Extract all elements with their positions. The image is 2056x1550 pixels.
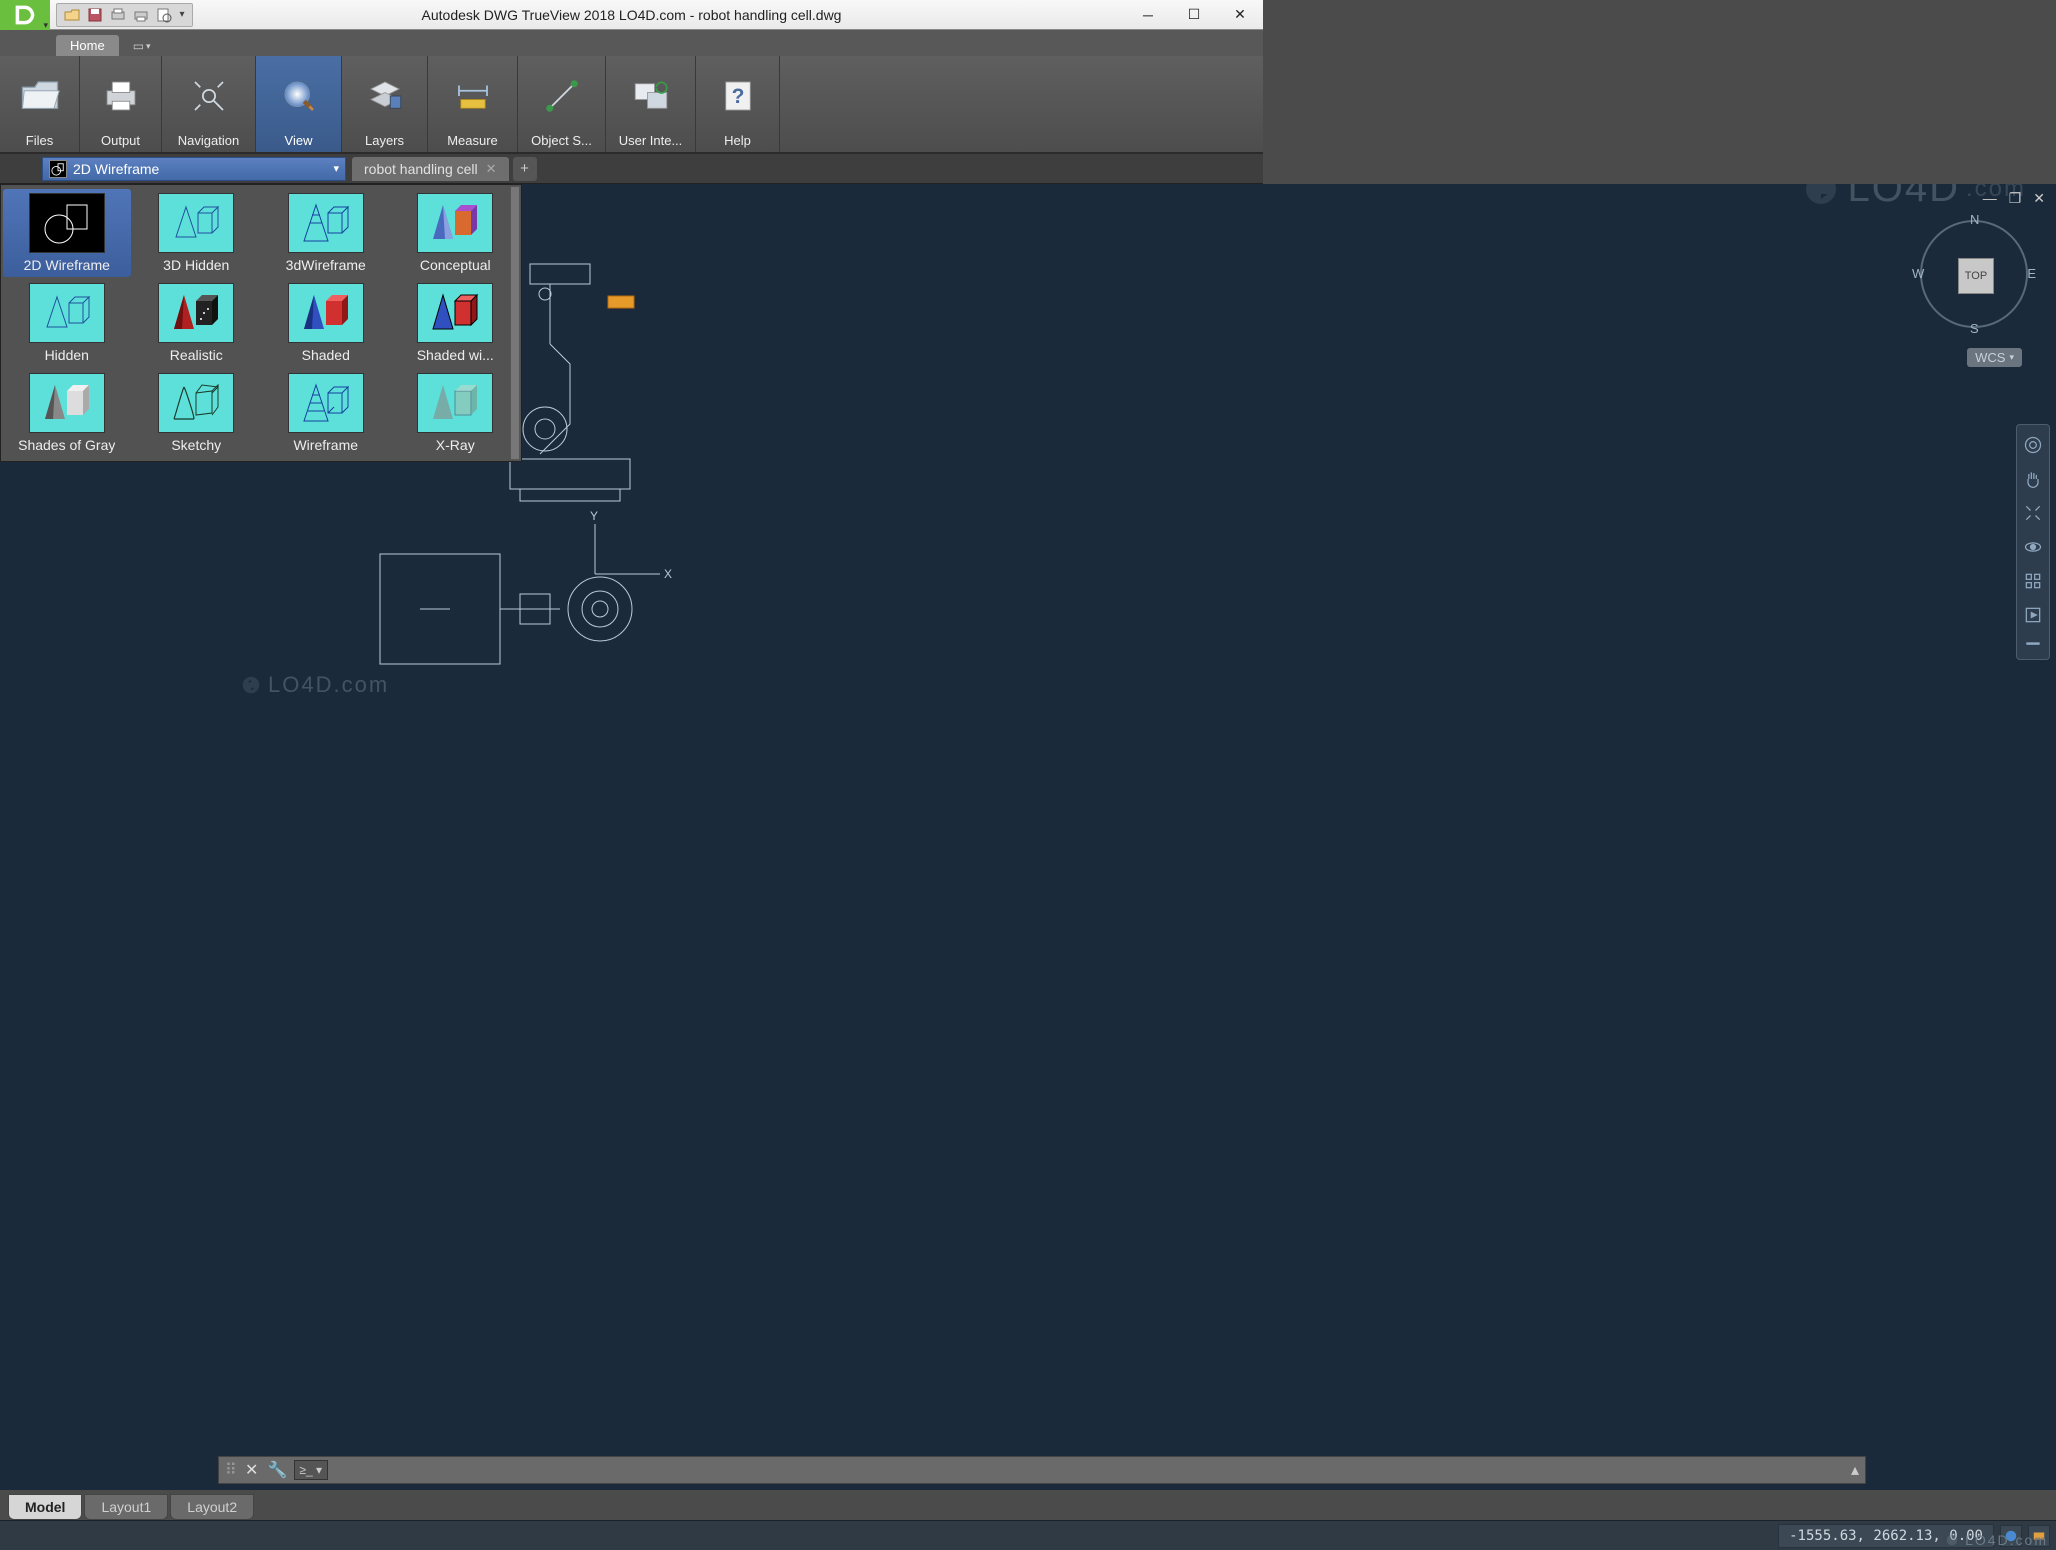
measure-icon <box>452 60 494 131</box>
qat-preview-icon[interactable] <box>153 5 175 25</box>
visual-style-row: 2D Wireframe robot handling cell ✕ + <box>0 154 1263 184</box>
viewport-close-icon[interactable]: ✕ <box>2030 190 2048 207</box>
ui-icon <box>630 60 672 131</box>
layers-icon <box>364 60 406 131</box>
status-bar: -1555.63, 2662.13, 0.00 LO4D.com <box>0 1520 2056 1550</box>
document-tabs: robot handling cell ✕ + <box>352 157 537 181</box>
cmdbar-settings-icon[interactable]: 🔧 <box>268 1460 288 1480</box>
showmotion-grid-icon[interactable] <box>2021 569 2045 593</box>
viewcube[interactable]: TOP N S E W <box>1914 214 2034 334</box>
ribbon-panel-view[interactable]: View <box>256 56 342 152</box>
wcs-badge[interactable]: WCS ▾ <box>1967 348 2022 367</box>
printer-icon <box>100 60 142 131</box>
vs-item-xray[interactable]: X-Ray <box>392 369 520 457</box>
viewport-maximize-icon[interactable]: ❐ <box>2006 190 2025 207</box>
vs-item-sketchy[interactable]: Sketchy <box>133 369 261 457</box>
cmdbar-close-icon[interactable]: ✕ <box>242 1460 262 1480</box>
svg-text:X: X <box>664 567 672 581</box>
maximize-button[interactable]: ☐ <box>1171 0 1217 29</box>
navbar-collapse-icon[interactable] <box>2021 637 2045 651</box>
watermark-small: LO4D.com <box>240 672 389 698</box>
visual-styles-gallery: 2D Wireframe 3D Hidden 3dWireframe Conce… <box>0 184 522 462</box>
statusbar-icon-1[interactable] <box>2000 1525 2022 1547</box>
viewcube-east-label[interactable]: E <box>2027 266 2036 281</box>
qat-print-icon[interactable] <box>107 5 129 25</box>
ribbon-panel-user-interface[interactable]: User Inte... <box>606 56 696 152</box>
vs-item-realistic[interactable]: Realistic <box>133 279 261 367</box>
ribbon-tabstrip: Home ▭ ▾ <box>0 30 1263 56</box>
vs-item-shades-of-gray[interactable]: Shades of Gray <box>3 369 131 457</box>
navigation-bar <box>2016 424 2050 660</box>
vs-item-shaded[interactable]: Shaded <box>262 279 390 367</box>
vs-item-2d-wireframe[interactable]: 2D Wireframe <box>3 189 131 277</box>
app-menu-button[interactable] <box>0 0 50 30</box>
cmdbar-expand-icon[interactable]: ▴ <box>1851 1460 1859 1480</box>
vs-item-conceptual[interactable]: Conceptual <box>392 189 520 277</box>
coordinates-readout: -1555.63, 2662.13, 0.00 <box>1778 1524 1994 1548</box>
viewport-minimize-icon[interactable]: — <box>1980 190 2000 207</box>
ribbon-panel-layers[interactable]: Layers <box>342 56 428 152</box>
window-controls: ─ ☐ ✕ <box>1125 0 1263 29</box>
zoom-extents-nav-icon[interactable] <box>2021 501 2045 525</box>
command-line-bar: ⠿ ✕ 🔧 ≥_ ▾ ▴ <box>218 1456 1866 1484</box>
qat-open-icon[interactable] <box>61 5 83 25</box>
ribbon-panel-output[interactable]: Output <box>80 56 162 152</box>
layout-tab-model[interactable]: Model <box>8 1494 82 1520</box>
viewcube-south-label[interactable]: S <box>1970 321 1979 336</box>
ribbon-panel-navigation[interactable]: Navigation <box>162 56 256 152</box>
ribbon-panel-object-snap[interactable]: Object S... <box>518 56 606 152</box>
help-icon: ? <box>717 60 759 131</box>
vs-item-shaded-with-edges[interactable]: Shaded wi... <box>392 279 520 367</box>
vs-item-wireframe[interactable]: Wireframe <box>262 369 390 457</box>
viewcube-west-label[interactable]: W <box>1912 266 1924 281</box>
vs-item-3d-hidden[interactable]: 3D Hidden <box>133 189 261 277</box>
cmdbar-grip-icon[interactable]: ⠿ <box>225 1460 236 1480</box>
viewport-window-controls: — ❐ ✕ <box>1980 190 2048 207</box>
full-nav-wheel-icon[interactable] <box>2021 433 2045 457</box>
command-input[interactable]: ≥_ ▾ <box>294 1460 328 1480</box>
vs-item-hidden[interactable]: Hidden <box>3 279 131 367</box>
minimize-button[interactable]: ─ <box>1125 0 1171 29</box>
layout-tab-layout2[interactable]: Layout2 <box>170 1494 254 1520</box>
ribbon-extra-dropdown[interactable]: ▭ ▾ <box>125 36 159 56</box>
wireframe-2d-icon <box>49 160 67 178</box>
statusbar-icon-2[interactable] <box>2028 1525 2050 1547</box>
layout-tabs: Model Layout1 Layout2 <box>8 1494 256 1520</box>
ribbon-tab-home[interactable]: Home <box>56 35 119 56</box>
visual-style-dropdown[interactable]: 2D Wireframe <box>42 157 346 181</box>
visual-style-selected-label: 2D Wireframe <box>73 161 159 177</box>
zoom-extents-icon <box>188 60 230 131</box>
qat-plot-icon[interactable] <box>130 5 152 25</box>
ribbon-body: Files Output Navigation View Layers Meas… <box>0 56 1263 154</box>
ribbon-panel-help[interactable]: ? Help <box>696 56 780 152</box>
qat-save-icon[interactable] <box>84 5 106 25</box>
titlebar: ▾ Autodesk DWG TrueView 2018 LO4D.com - … <box>0 0 1263 30</box>
viewcube-north-label[interactable]: N <box>1970 212 1979 227</box>
visual-styles-icon <box>278 60 320 131</box>
document-tab[interactable]: robot handling cell ✕ <box>352 157 509 181</box>
showmotion-play-icon[interactable] <box>2021 603 2045 627</box>
osnap-icon <box>541 60 583 131</box>
svg-text:?: ? <box>731 85 744 108</box>
svg-text:Y: Y <box>590 509 598 523</box>
ribbon-panel-measure[interactable]: Measure <box>428 56 518 152</box>
pan-icon[interactable] <box>2021 467 2045 491</box>
quick-access-toolbar: ▾ <box>56 3 193 27</box>
folder-open-icon <box>19 60 61 131</box>
orbit-icon[interactable] <box>2021 535 2045 559</box>
new-tab-button[interactable]: + <box>513 157 537 181</box>
ribbon-panel-files[interactable]: Files <box>0 56 80 152</box>
close-button[interactable]: ✕ <box>1217 0 1263 29</box>
vs-item-3d-wireframe[interactable]: 3dWireframe <box>262 189 390 277</box>
layout-tab-layout1[interactable]: Layout1 <box>84 1494 168 1520</box>
gallery-scrollbar[interactable] <box>510 186 520 460</box>
viewcube-top-face[interactable]: TOP <box>1958 258 1994 294</box>
qat-customize-dropdown[interactable]: ▾ <box>176 9 188 20</box>
close-tab-icon[interactable]: ✕ <box>486 161 497 177</box>
